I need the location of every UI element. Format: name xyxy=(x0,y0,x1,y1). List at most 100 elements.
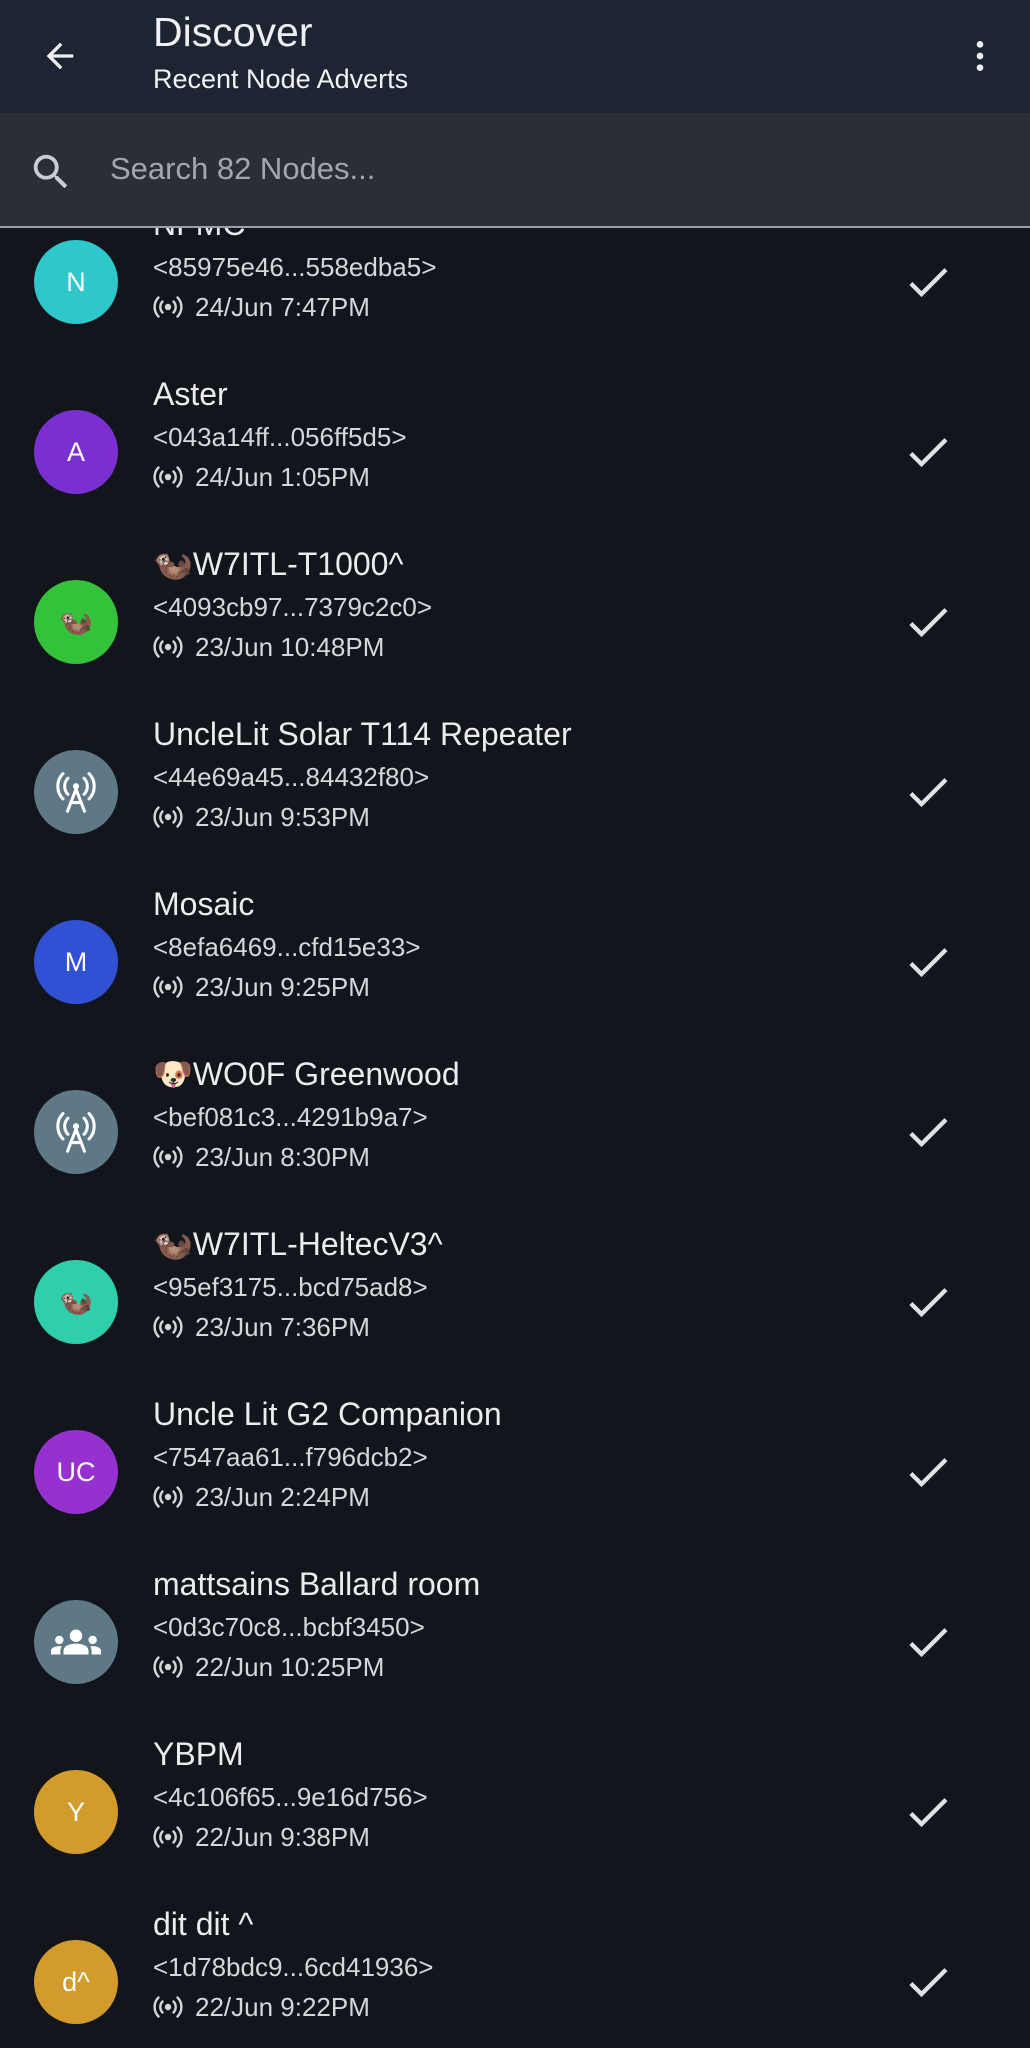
avatar-initials: N xyxy=(66,266,86,297)
node-name: 🦦W7ITL-T1000^ xyxy=(153,546,404,582)
avatar-initials xyxy=(51,1617,101,1667)
node-name: 🦦W7ITL-HeltecV3^ xyxy=(153,1226,443,1262)
check-icon[interactable] xyxy=(902,596,954,648)
check-icon[interactable] xyxy=(902,1106,954,1158)
node-public-key: <7547aa61...f796dcb2> xyxy=(153,1442,428,1472)
broadcast-signal-icon xyxy=(153,1654,183,1680)
node-last-advert: 22/Jun 9:22PM xyxy=(153,1990,873,2024)
node-last-advert: 22/Jun 9:38PM xyxy=(153,1820,873,1854)
node-list-item[interactable]: 🦦 🦦W7ITL-HeltecV3^ <95ef3175...bcd75ad8>… xyxy=(0,1220,1030,1390)
node-list-item[interactable]: M Mosaic <8efa6469...cfd15e33> 23/Jun 9:… xyxy=(0,880,1030,1050)
node-last-advert-time: 24/Jun 1:05PM xyxy=(195,462,370,492)
broadcast-signal-icon xyxy=(153,804,183,830)
avatar xyxy=(34,1600,118,1684)
back-button[interactable] xyxy=(26,22,94,90)
node-name: Mosaic xyxy=(153,886,255,922)
node-last-advert-time: 23/Jun 8:30PM xyxy=(195,1142,370,1172)
node-list-item[interactable]: UncleLit Solar T114 Repeater <44e69a45..… xyxy=(0,710,1030,880)
node-last-advert-time: 23/Jun 9:25PM xyxy=(195,972,370,1002)
avatar: UC xyxy=(34,1430,118,1514)
node-name: NFMC^ xyxy=(153,228,873,244)
avatar xyxy=(34,750,118,834)
check-icon[interactable] xyxy=(902,256,954,308)
search-bar xyxy=(0,113,1030,228)
page-title: Discover xyxy=(153,9,313,55)
check-icon[interactable] xyxy=(902,1956,954,2008)
check-icon[interactable] xyxy=(902,1786,954,1838)
node-info: 🐶WO0F Greenwood <bef081c3...4291b9a7> 23… xyxy=(153,1054,873,1174)
search-input[interactable] xyxy=(110,137,990,201)
node-info: mattsains Ballard room <0d3c70c8...bcbf3… xyxy=(153,1564,873,1684)
broadcast-signal-icon xyxy=(153,634,183,660)
avatar-initials: 🦦 xyxy=(59,607,93,637)
node-info: Uncle Lit G2 Companion <7547aa61...f796d… xyxy=(153,1394,873,1514)
check-icon[interactable] xyxy=(902,936,954,988)
node-public-key: <44e69a45...84432f80> xyxy=(153,762,430,792)
node-last-advert-time: 22/Jun 10:25PM xyxy=(195,1652,385,1682)
node-last-advert: 23/Jun 9:25PM xyxy=(153,970,873,1004)
node-list-item[interactable]: 🦦 🦦W7ITL-T1000^ <4093cb97...7379c2c0> 23… xyxy=(0,540,1030,710)
node-list-item[interactable]: 🐶WO0F Greenwood <bef081c3...4291b9a7> 23… xyxy=(0,1050,1030,1220)
node-name: dit dit ^ xyxy=(153,1906,254,1942)
avatar: N xyxy=(34,240,118,324)
broadcast-signal-icon xyxy=(153,974,183,1000)
broadcast-signal-icon xyxy=(153,1484,183,1510)
node-name: mattsains Ballard room xyxy=(153,1566,481,1602)
check-icon[interactable] xyxy=(902,426,954,478)
node-public-key: <4c106f65...9e16d756> xyxy=(153,1782,428,1812)
broadcast-signal-icon xyxy=(153,1144,183,1170)
node-info: Mosaic <8efa6469...cfd15e33> 23/Jun 9:25… xyxy=(153,884,873,1004)
repeater-antenna-icon xyxy=(56,772,96,813)
check-icon[interactable] xyxy=(902,1616,954,1668)
avatar-initials: M xyxy=(64,946,88,977)
node-list-item[interactable]: N NFMC^ <85975e46...558edba5> 24/Jun 7:4… xyxy=(0,228,1030,370)
arrow-back-icon xyxy=(46,42,74,70)
avatar-initials: UC xyxy=(56,1456,96,1487)
avatar-initials: A xyxy=(66,436,85,467)
check-icon[interactable] xyxy=(902,1446,954,1498)
node-list-item[interactable]: mattsains Ballard room <0d3c70c8...bcbf3… xyxy=(0,1560,1030,1730)
node-last-advert-time: 22/Jun 9:22PM xyxy=(195,1992,370,2022)
overflow-menu-button[interactable] xyxy=(946,22,1014,90)
avatar: A xyxy=(34,410,118,494)
node-last-advert: 22/Jun 10:25PM xyxy=(153,1650,873,1684)
node-name: UncleLit Solar T114 Repeater xyxy=(153,716,572,752)
node-public-key: <85975e46...558edba5> xyxy=(153,252,437,282)
broadcast-signal-icon xyxy=(153,464,183,490)
node-list-item[interactable]: A Aster <043a14ff...056ff5d5> 24/Jun 1:0… xyxy=(0,370,1030,540)
node-last-advert-time: 22/Jun 9:38PM xyxy=(195,1822,370,1852)
node-name: Uncle Lit G2 Companion xyxy=(153,1396,502,1432)
node-last-advert: 23/Jun 2:24PM xyxy=(153,1480,873,1514)
node-last-advert-time: 23/Jun 10:48PM xyxy=(195,632,385,662)
node-public-key: <043a14ff...056ff5d5> xyxy=(153,422,407,452)
group-room-icon xyxy=(51,1629,101,1655)
page-subtitle: Recent Node Adverts xyxy=(153,64,409,94)
avatar-initials: Y xyxy=(66,1796,85,1827)
node-name: Aster xyxy=(153,376,228,412)
node-info: dit dit ^ <1d78bdc9...6cd41936> 22/Jun 9… xyxy=(153,1904,873,2024)
node-last-advert: 23/Jun 8:30PM xyxy=(153,1140,873,1174)
avatar-initials: 🦦 xyxy=(59,1287,93,1317)
check-icon[interactable] xyxy=(902,1276,954,1328)
node-public-key: <1d78bdc9...6cd41936> xyxy=(153,1952,434,1982)
node-last-advert: 24/Jun 7:47PM xyxy=(153,290,873,324)
avatar-initials: d^ xyxy=(62,1966,90,1997)
node-public-key: <8efa6469...cfd15e33> xyxy=(153,932,421,962)
check-icon[interactable] xyxy=(902,766,954,818)
repeater-antenna-icon xyxy=(56,1112,96,1153)
avatar: d^ xyxy=(34,1940,118,2024)
avatar: 🦦 xyxy=(34,580,118,664)
node-last-advert: 23/Jun 9:53PM xyxy=(153,800,873,834)
node-list[interactable]: N NFMC^ <85975e46...558edba5> 24/Jun 7:4… xyxy=(0,228,1030,2048)
node-last-advert: 23/Jun 10:48PM xyxy=(153,630,873,664)
node-list-item[interactable]: d^ dit dit ^ <1d78bdc9...6cd41936> 22/Ju… xyxy=(0,1900,1030,2048)
node-list-inner: N NFMC^ <85975e46...558edba5> 24/Jun 7:4… xyxy=(0,228,1030,2048)
node-info: NFMC^ <85975e46...558edba5> 24/Jun 7:47P… xyxy=(153,228,873,324)
node-list-item[interactable]: UC Uncle Lit G2 Companion <7547aa61...f7… xyxy=(0,1390,1030,1560)
node-last-advert-time: 24/Jun 7:47PM xyxy=(195,292,370,322)
more-vert-icon xyxy=(976,41,984,71)
node-list-item[interactable]: Y YBPM <4c106f65...9e16d756> 22/Jun 9:38… xyxy=(0,1730,1030,1900)
node-info: YBPM <4c106f65...9e16d756> 22/Jun 9:38PM xyxy=(153,1734,873,1854)
node-info: 🦦W7ITL-T1000^ <4093cb97...7379c2c0> 23/J… xyxy=(153,544,873,664)
node-last-advert: 23/Jun 7:36PM xyxy=(153,1310,873,1344)
